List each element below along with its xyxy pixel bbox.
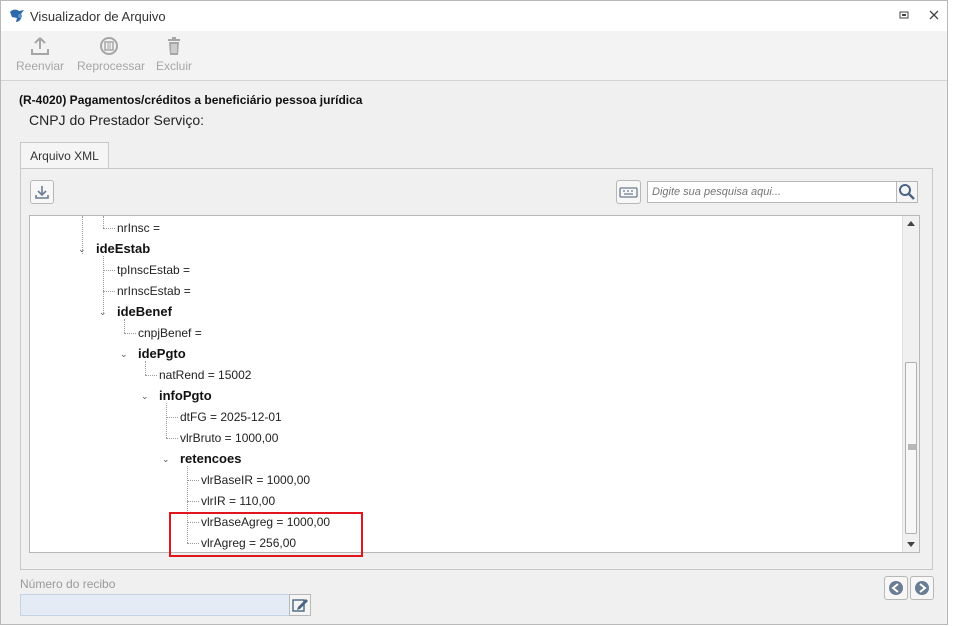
download-button[interactable] xyxy=(30,180,54,204)
recibo-input[interactable] xyxy=(20,594,290,616)
edit-icon xyxy=(292,599,308,612)
tree-node[interactable]: vlrBaseIR = 1000,00 xyxy=(201,473,310,487)
xml-tree[interactable]: ⌄ ⌄ ⌄ ⌄ ⌄ nrInsc = ideEstab tpInscEstab … xyxy=(29,215,920,553)
tree-node[interactable]: natRend = 15002 xyxy=(159,368,251,382)
reprocess-icon xyxy=(100,37,118,55)
prestador-label: CNPJ do Prestador Serviço: xyxy=(29,112,205,128)
recibo-label: Número do recibo xyxy=(20,577,116,591)
maximize-icon[interactable] xyxy=(897,9,911,23)
scroll-thumb[interactable] xyxy=(905,362,917,534)
file-viewer-window: Visualizador de Arquivo Reenviar Reproce… xyxy=(0,0,948,625)
reprocessar-button[interactable]: Reprocessar xyxy=(77,35,145,73)
tree-node[interactable]: nrInscEstab = xyxy=(117,284,191,298)
tree-node[interactable]: dtFG = 2025-12-01 xyxy=(180,410,282,424)
arrow-right-icon xyxy=(915,581,929,595)
tree-node[interactable]: ideBenef xyxy=(117,304,172,319)
next-button[interactable] xyxy=(910,576,934,600)
tree-node[interactable]: vlrIR = 110,00 xyxy=(201,494,275,508)
tree-node[interactable]: vlrBruto = 1000,00 xyxy=(180,431,278,445)
search-icon xyxy=(899,184,915,200)
search-button[interactable] xyxy=(896,181,918,203)
upload-icon xyxy=(31,37,49,55)
toolbar: Reenviar Reprocessar Excluir xyxy=(1,31,947,81)
keyboard-button[interactable] xyxy=(616,180,641,204)
collapse-caret-icon[interactable]: ⌄ xyxy=(120,350,128,359)
close-icon[interactable] xyxy=(927,9,941,23)
collapse-caret-icon[interactable]: ⌄ xyxy=(78,245,86,254)
reenviar-button[interactable]: Reenviar xyxy=(16,35,64,73)
reenviar-label: Reenviar xyxy=(16,59,65,73)
tab-arquivo-xml[interactable]: Arquivo XML xyxy=(20,142,109,169)
window-title: Visualizador de Arquivo xyxy=(30,9,166,24)
arrow-left-icon xyxy=(889,581,903,595)
app-icon xyxy=(10,9,24,22)
collapse-caret-icon[interactable]: ⌄ xyxy=(99,308,107,317)
collapse-caret-icon[interactable]: ⌄ xyxy=(162,455,170,464)
previous-button[interactable] xyxy=(884,576,908,600)
tree-node[interactable]: retencoes xyxy=(180,451,241,466)
highlight-box xyxy=(169,512,363,557)
keyboard-icon xyxy=(619,187,638,198)
collapse-caret-icon[interactable]: ⌄ xyxy=(141,392,149,401)
excluir-label: Excluir xyxy=(155,59,192,73)
edit-button[interactable] xyxy=(289,594,311,616)
tree-node[interactable]: ideEstab xyxy=(96,241,150,256)
tree-scrollbar[interactable] xyxy=(902,216,919,552)
scroll-up-icon[interactable] xyxy=(906,219,916,229)
tree-node[interactable]: infoPgto xyxy=(159,388,212,403)
reprocessar-label: Reprocessar xyxy=(77,59,146,73)
tree-node[interactable]: tpInscEstab = xyxy=(117,263,190,277)
download-icon xyxy=(35,186,49,199)
excluir-button[interactable]: Excluir xyxy=(155,35,193,73)
title-bar: Visualizador de Arquivo xyxy=(1,1,947,31)
scroll-down-icon[interactable] xyxy=(906,539,916,549)
trash-icon xyxy=(168,37,180,55)
search-input[interactable] xyxy=(647,181,897,203)
event-title: (R-4020) Pagamentos/créditos a beneficiá… xyxy=(19,93,363,107)
tree-node[interactable]: nrInsc = xyxy=(117,221,160,235)
tree-node[interactable]: idePgto xyxy=(138,346,186,361)
tree-node[interactable]: cnpjBenef = xyxy=(138,326,202,340)
